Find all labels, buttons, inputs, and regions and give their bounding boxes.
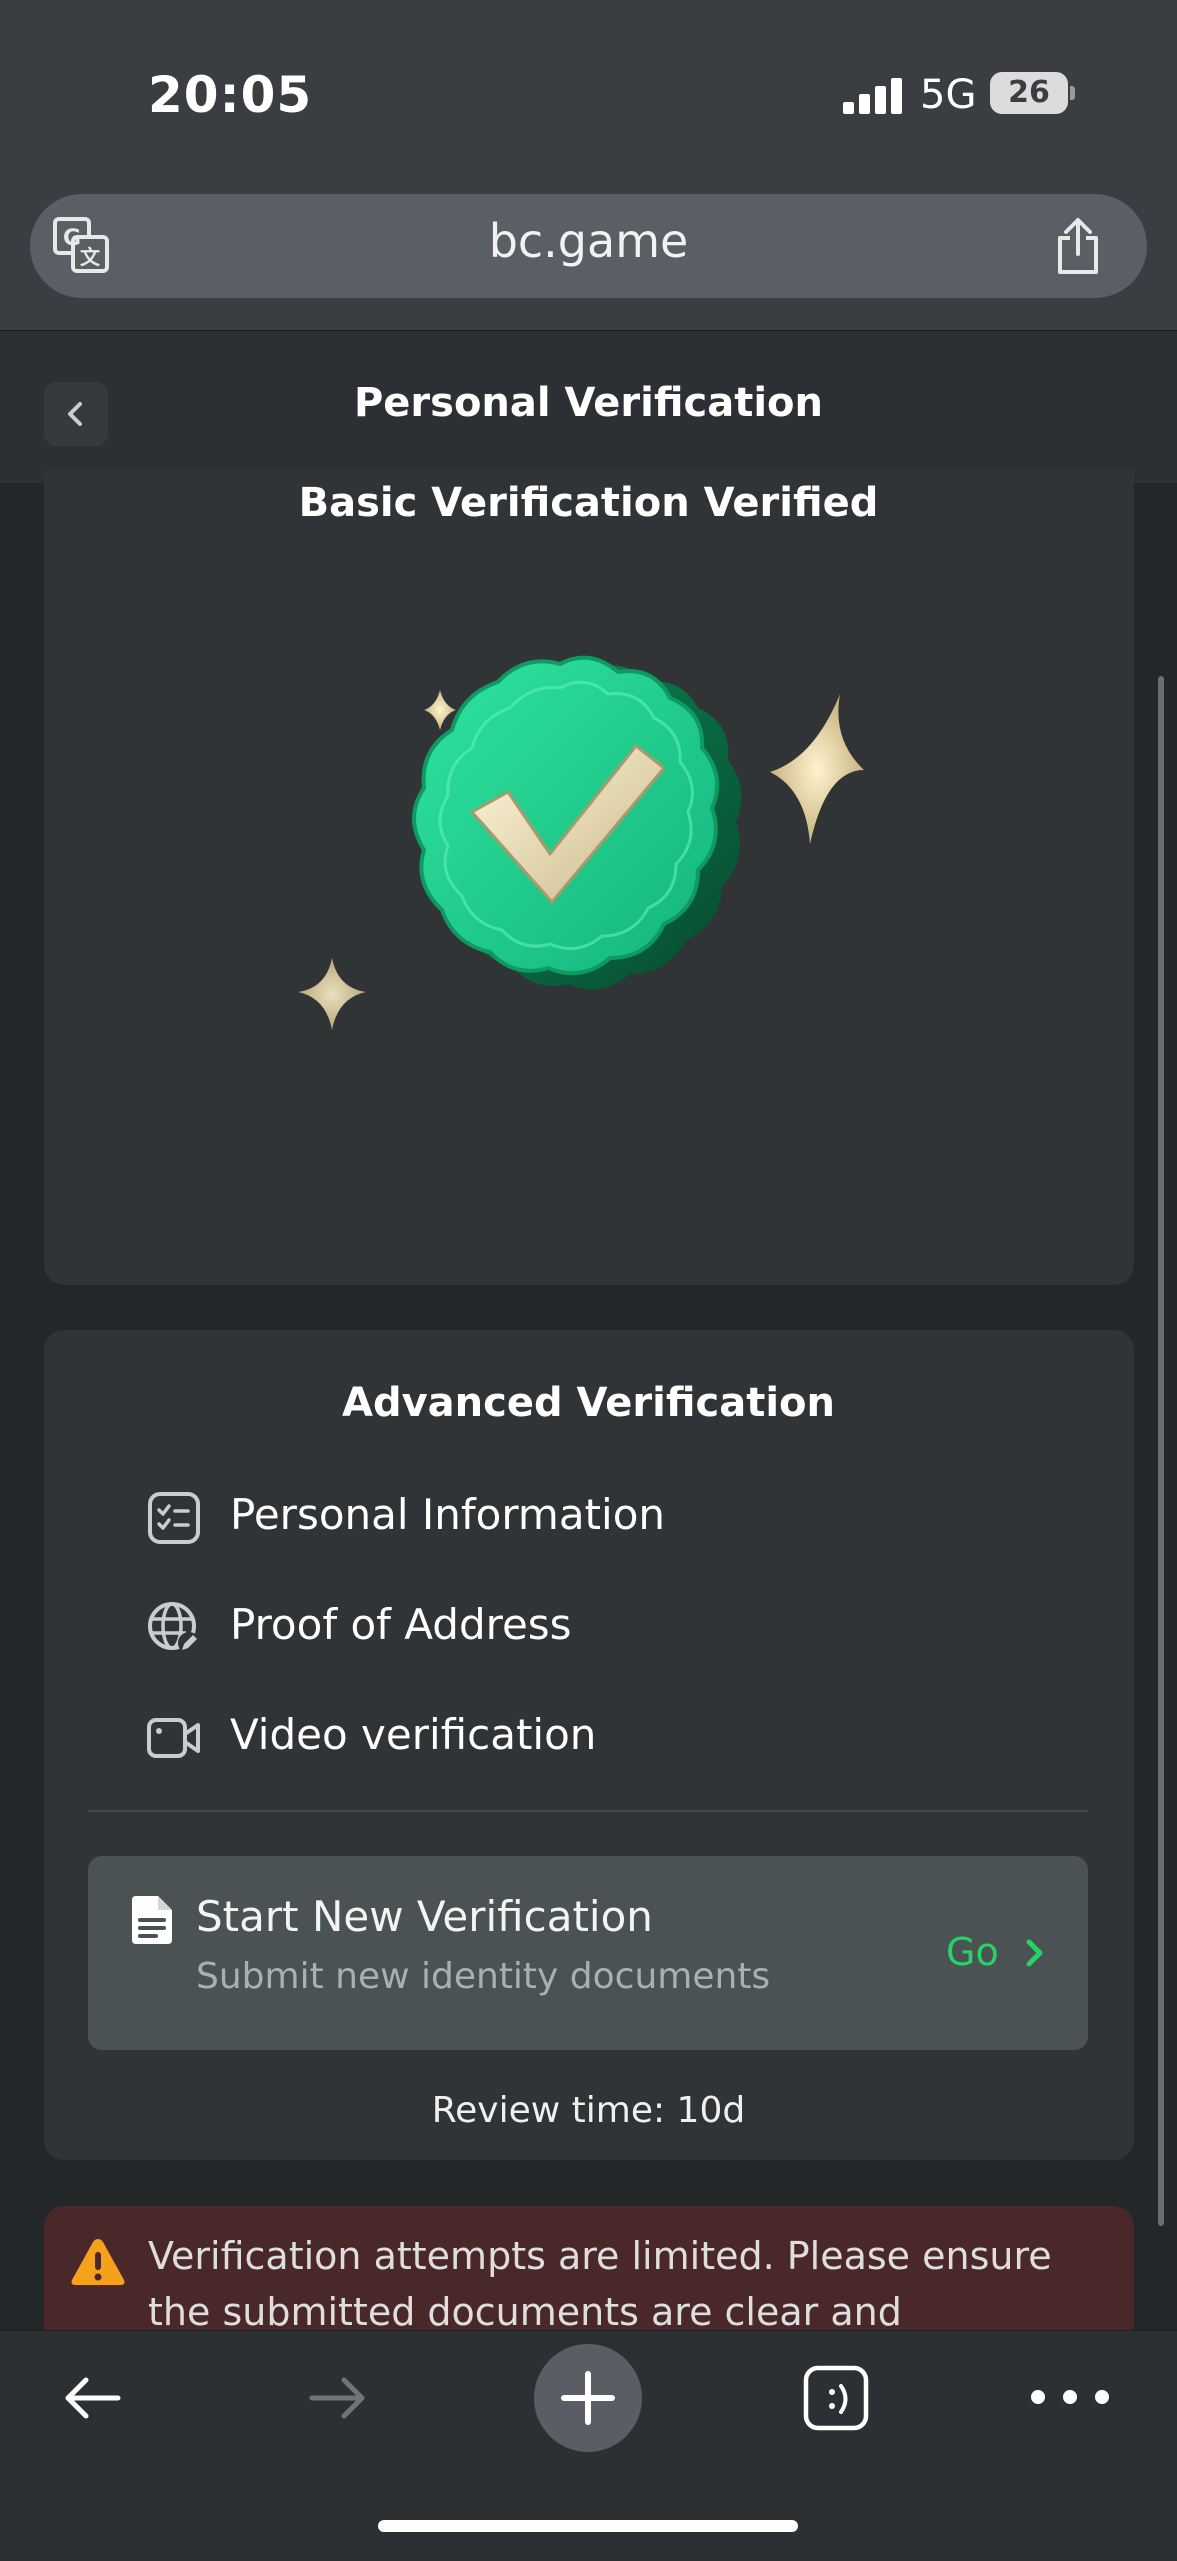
home-indicator <box>378 2520 798 2532</box>
divider <box>88 1810 1088 1812</box>
list-item-label: Video verification <box>230 1710 597 1759</box>
page-title: Personal Verification <box>353 380 824 426</box>
url-text[interactable]: bc.game <box>0 214 1177 268</box>
start-verification-title: Start New Verification <box>196 1892 653 1941</box>
verified-badge-icon <box>298 655 864 1030</box>
more-options-icon[interactable] <box>1022 2382 1118 2412</box>
advanced-verification-title: Advanced Verification <box>341 1380 835 1426</box>
basic-verification-title: Basic Verification Verified <box>298 480 879 526</box>
review-time: Review time: 10d <box>431 2090 746 2131</box>
video-camera-icon <box>147 1718 200 1758</box>
go-link[interactable]: Go <box>946 1930 999 1974</box>
checklist-icon <box>148 1492 200 1544</box>
back-arrow-icon[interactable] <box>56 2362 128 2434</box>
start-verification-subtitle: Submit new identity documents <box>196 1956 771 1997</box>
new-tab-button[interactable] <box>534 2344 642 2452</box>
warning-icon <box>71 2239 125 2285</box>
start-new-verification-button[interactable] <box>88 1856 1088 2050</box>
list-item-label: Personal Information <box>230 1490 666 1539</box>
battery-nub <box>1070 86 1075 100</box>
network-label: 5G <box>920 72 977 118</box>
list-item-label: Proof of Address <box>230 1600 572 1649</box>
document-icon <box>132 1896 172 1944</box>
forward-arrow-icon[interactable] <box>302 2362 374 2434</box>
chevron-right-icon[interactable] <box>1022 1936 1048 1970</box>
status-time: 20:05 <box>148 66 313 124</box>
signal-icon <box>843 78 903 114</box>
plus-icon <box>561 2371 615 2425</box>
scrollbar[interactable] <box>1158 676 1164 2226</box>
share-icon[interactable] <box>1052 216 1104 276</box>
battery-indicator: 26 <box>990 72 1068 114</box>
tabs-icon[interactable] <box>802 2364 870 2432</box>
globe-edit-icon <box>148 1602 200 1654</box>
